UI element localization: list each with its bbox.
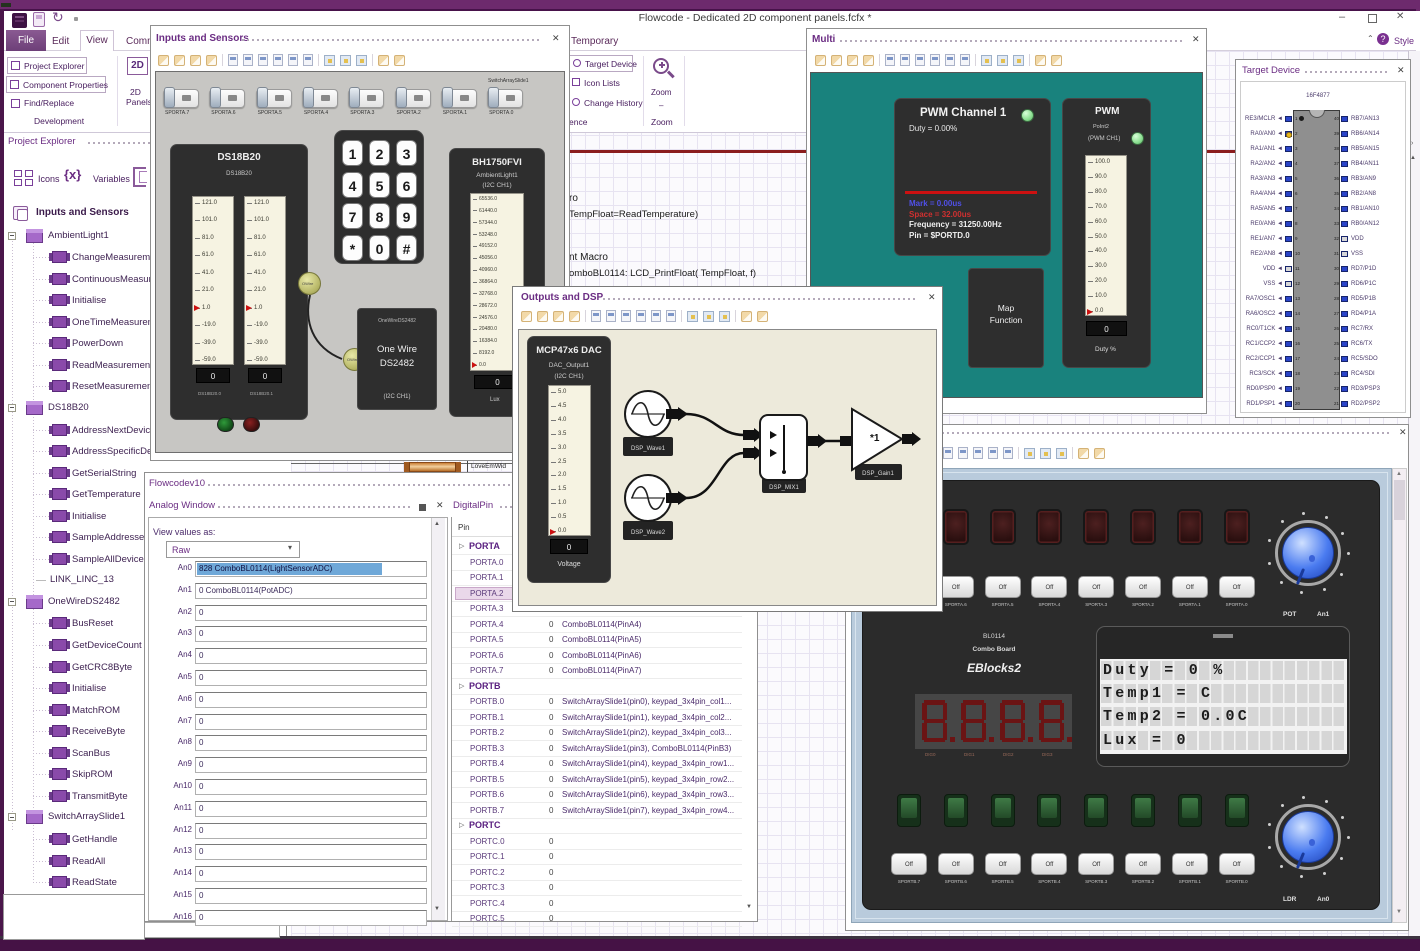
svg-text:DSP_MIX1: DSP_MIX1 [769,485,799,491]
svg-text:DSP_Gain1: DSP_Gain1 [862,471,894,477]
svg-text:DSP_Wave2: DSP_Wave2 [631,530,666,536]
svg-text:*1: *1 [870,433,880,444]
svg-text:DSP_Wave1: DSP_Wave1 [631,446,666,452]
